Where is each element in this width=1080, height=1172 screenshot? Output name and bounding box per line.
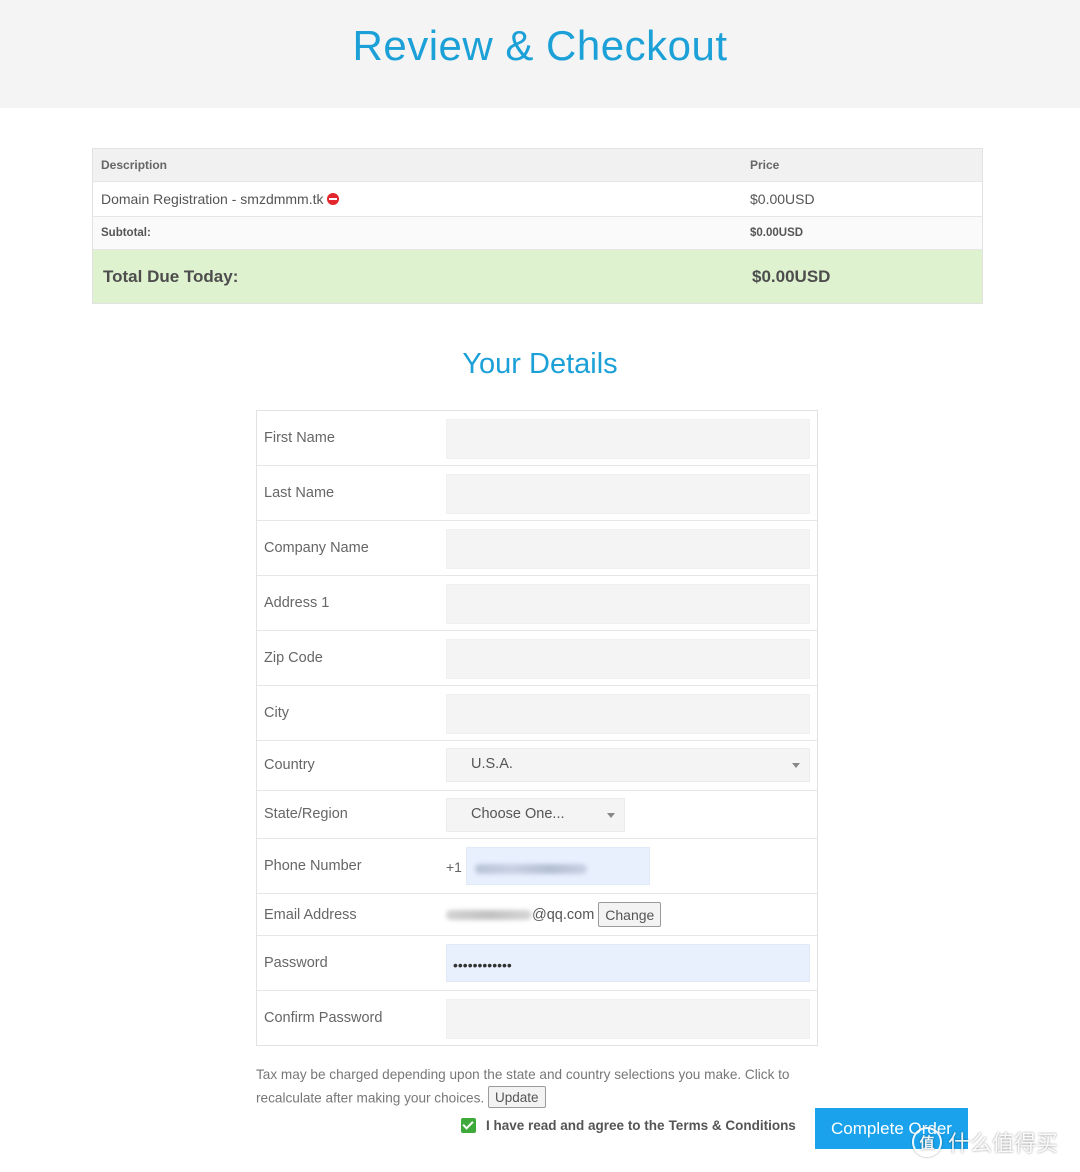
order-item-description-text: Domain Registration - smzdmmm.tk <box>101 191 324 207</box>
password-masked-value: •••••••••••• <box>453 957 512 973</box>
last-name-label: Last Name <box>264 485 335 501</box>
row-last-name: Last Name <box>257 466 817 521</box>
row-city: City <box>257 686 817 741</box>
change-email-button[interactable]: Change <box>598 902 662 927</box>
page-title: Review & Checkout <box>352 22 728 69</box>
password-input[interactable]: •••••••••••• <box>446 944 810 982</box>
watermark-logo-icon: 值 <box>912 1127 942 1157</box>
your-details-title: Your Details <box>462 348 618 380</box>
zip-code-input[interactable] <box>446 639 810 679</box>
order-item-row: Domain Registration - smzdmmm.tk $0.00US… <box>93 182 982 217</box>
total-due-label: Total Due Today: <box>103 266 239 286</box>
country-select[interactable]: U.S.A. <box>446 748 810 782</box>
site-watermark: 值 什么值得买 <box>912 1126 1058 1158</box>
row-company-name: Company Name <box>257 521 817 576</box>
company-name-input[interactable] <box>446 529 810 569</box>
email-value: @qq.com Change <box>446 902 662 927</box>
order-item-description: Domain Registration - smzdmmm.tk <box>101 191 339 207</box>
page-header: Review & Checkout <box>0 0 1080 108</box>
state-region-select[interactable]: Choose One... <box>446 798 625 832</box>
details-form: First Name Last Name Company Name Addres… <box>256 410 818 1046</box>
password-label: Password <box>264 955 328 971</box>
redacted-phone <box>475 864 587 874</box>
update-button[interactable]: Update <box>487 1086 546 1108</box>
confirm-password-label: Confirm Password <box>264 1010 383 1026</box>
watermark-text: 什么值得买 <box>948 1132 1059 1157</box>
row-state-region: State/Region Choose One... <box>257 791 817 839</box>
subtotal-value: $0.00USD <box>750 227 804 239</box>
row-zip-code: Zip Code <box>257 631 817 686</box>
city-input[interactable] <box>446 694 810 734</box>
last-name-input[interactable] <box>446 474 810 514</box>
order-item-price: $0.00USD <box>750 191 815 207</box>
total-due-value: $0.00USD <box>752 266 831 286</box>
chevron-down-icon <box>792 763 800 768</box>
phone-number-input[interactable] <box>466 847 650 885</box>
subtotal-row: Subtotal: $0.00USD <box>93 217 982 250</box>
state-selected-value: Choose One... <box>471 806 565 822</box>
remove-circle-icon[interactable] <box>326 193 339 205</box>
redacted-email <box>446 909 532 920</box>
email-domain: @qq.com <box>532 906 595 923</box>
address1-label: Address 1 <box>264 595 330 611</box>
phone-country-code: +1 <box>446 859 462 875</box>
first-name-input[interactable] <box>446 419 810 459</box>
total-due-row: Total Due Today: $0.00USD <box>93 250 982 303</box>
row-confirm-password: Confirm Password <box>257 991 817 1045</box>
country-label: Country <box>264 757 315 773</box>
terms-agreement: I have read and agree to the Terms & Con… <box>461 1118 796 1133</box>
zip-code-label: Zip Code <box>264 650 323 666</box>
confirm-password-input[interactable] <box>446 999 810 1039</box>
country-selected-value: U.S.A. <box>471 756 513 772</box>
column-price: Price <box>750 158 780 172</box>
agree-text: I have read and agree to the <box>486 1118 665 1133</box>
company-name-label: Company Name <box>264 540 369 556</box>
column-description: Description <box>101 158 168 172</box>
order-summary-table: Description Price Domain Registration - … <box>92 148 983 304</box>
email-address-label: Email Address <box>264 907 357 923</box>
state-region-label: State/Region <box>264 806 348 822</box>
checkbox-checked-icon[interactable] <box>461 1118 476 1133</box>
subtotal-label: Subtotal: <box>101 227 151 239</box>
order-table-header: Description Price <box>93 149 982 182</box>
row-email-address: Email Address @qq.com Change <box>257 894 817 936</box>
city-label: City <box>264 705 289 721</box>
row-phone-number: Phone Number +1 <box>257 839 817 894</box>
row-country: Country U.S.A. <box>257 741 817 791</box>
first-name-label: First Name <box>264 430 335 446</box>
row-first-name: First Name <box>257 411 817 466</box>
row-password: Password •••••••••••• <box>257 936 817 991</box>
chevron-down-icon <box>607 813 615 818</box>
tax-note: Tax may be charged depending upon the st… <box>256 1063 816 1110</box>
row-address1: Address 1 <box>257 576 817 631</box>
address1-input[interactable] <box>446 584 810 624</box>
phone-number-label: Phone Number <box>264 858 362 874</box>
terms-conditions-link[interactable]: Terms & Conditions <box>669 1118 796 1133</box>
